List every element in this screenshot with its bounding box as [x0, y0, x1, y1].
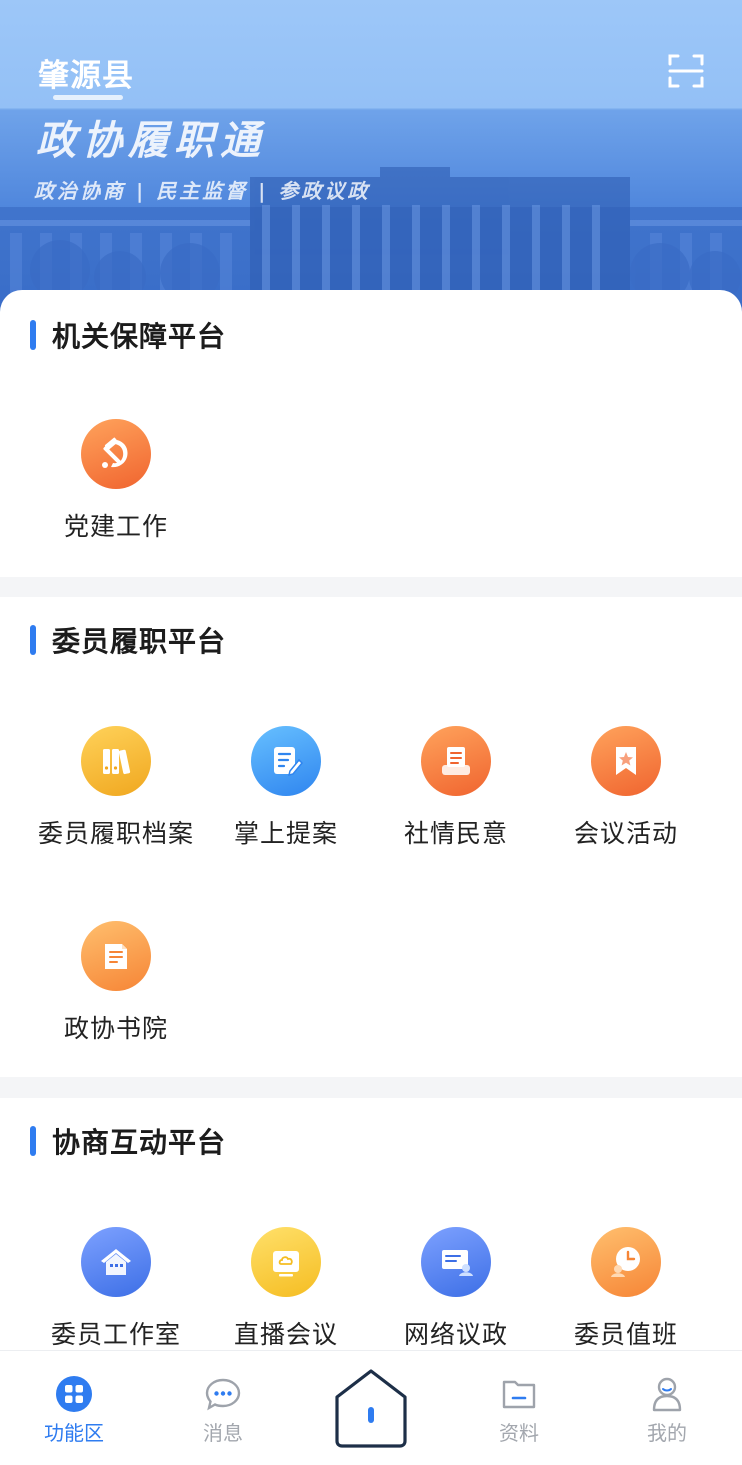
section-title: 委员履职平台: [52, 625, 227, 658]
tab-materials[interactable]: 资料: [459, 1351, 579, 1451]
section-title: 协商互动平台: [52, 1126, 227, 1159]
tab-label: 功能区: [44, 1421, 104, 1445]
banner-title: 政协履职通: [36, 117, 266, 164]
feature-mobile-proposal[interactable]: 掌上提案: [201, 726, 371, 856]
feature-online-discussion[interactable]: 网络议政: [371, 1227, 541, 1357]
person-icon: [652, 1377, 682, 1412]
section-accent-bar: [30, 625, 36, 655]
section-header: 机关保障平台: [30, 319, 226, 353]
tab-label: 我的: [647, 1421, 687, 1445]
folder-icon: [502, 1380, 536, 1409]
feature-member-archive[interactable]: 委员履职档案: [31, 726, 201, 856]
feature-label: 党建工作: [63, 512, 168, 541]
feature-label: 掌上提案: [233, 819, 338, 848]
section-member-duty: 委员履职平台 委员履职档案 掌上提案 社情民意 会议活动 政协书院: [0, 597, 742, 1077]
feature-live-meeting[interactable]: 直播会议: [201, 1227, 371, 1357]
party-emblem-icon: [81, 419, 151, 489]
bookmark-star-icon: [591, 726, 661, 796]
tab-functions[interactable]: 功能区: [14, 1351, 134, 1451]
section-office-support: 机关保障平台 党建工作: [0, 290, 742, 577]
scan-icon[interactable]: [668, 54, 704, 88]
feature-meeting-activity[interactable]: 会议活动: [541, 726, 711, 856]
live-screen-icon: [251, 1227, 321, 1297]
section-consultation: 协商互动平台 委员工作室 直播会议 网络议政 委员值班: [0, 1098, 742, 1350]
section-header: 委员履职平台: [30, 624, 226, 658]
section-accent-bar: [30, 320, 36, 350]
tab-label: 资料: [499, 1421, 539, 1445]
clock-user-icon: [591, 1227, 661, 1297]
bottom-tab-bar: 功能区 消息 资料 我的: [0, 1350, 742, 1465]
feature-label: 委员履职档案: [37, 819, 194, 848]
feature-label: 委员值班: [573, 1320, 678, 1349]
tab-messages[interactable]: 消息: [163, 1351, 283, 1451]
feature-member-studio[interactable]: 委员工作室: [31, 1227, 201, 1357]
chat-bubble-icon: [205, 1378, 241, 1411]
tab-label: 消息: [203, 1421, 243, 1445]
tab-profile[interactable]: 我的: [607, 1351, 727, 1451]
county-title[interactable]: 肇源县: [38, 50, 134, 95]
county-underline: [53, 95, 123, 100]
book-icon: [81, 921, 151, 991]
printer-report-icon: [421, 726, 491, 796]
section-title: 机关保障平台: [52, 320, 227, 353]
feature-label: 政协书院: [63, 1014, 168, 1043]
feature-label: 网络议政: [403, 1320, 508, 1349]
section-header: 协商互动平台: [30, 1125, 226, 1159]
house-icon: [81, 1227, 151, 1297]
binders-icon: [81, 726, 151, 796]
monitor-user-icon: [421, 1227, 491, 1297]
feature-party-building[interactable]: 党建工作: [31, 419, 201, 549]
grid-icon: [56, 1376, 92, 1412]
edit-document-icon: [251, 726, 321, 796]
home-icon[interactable]: [331, 1367, 411, 1449]
section-accent-bar: [30, 1126, 36, 1156]
feature-label: 会议活动: [573, 819, 678, 848]
feature-label: 直播会议: [233, 1320, 338, 1349]
feature-label: 委员工作室: [50, 1320, 181, 1349]
feature-cppcc-academy[interactable]: 政协书院: [31, 921, 201, 1051]
feature-member-duty-shift[interactable]: 委员值班: [541, 1227, 711, 1357]
feature-label: 社情民意: [403, 819, 508, 848]
feature-public-opinion[interactable]: 社情民意: [371, 726, 541, 856]
header-banner: 肇源县 政协履职通 政治协商 | 民主监督 | 参政议政: [0, 0, 742, 320]
banner-subtitle: 政治协商 | 民主监督 | 参政议政: [34, 179, 371, 203]
